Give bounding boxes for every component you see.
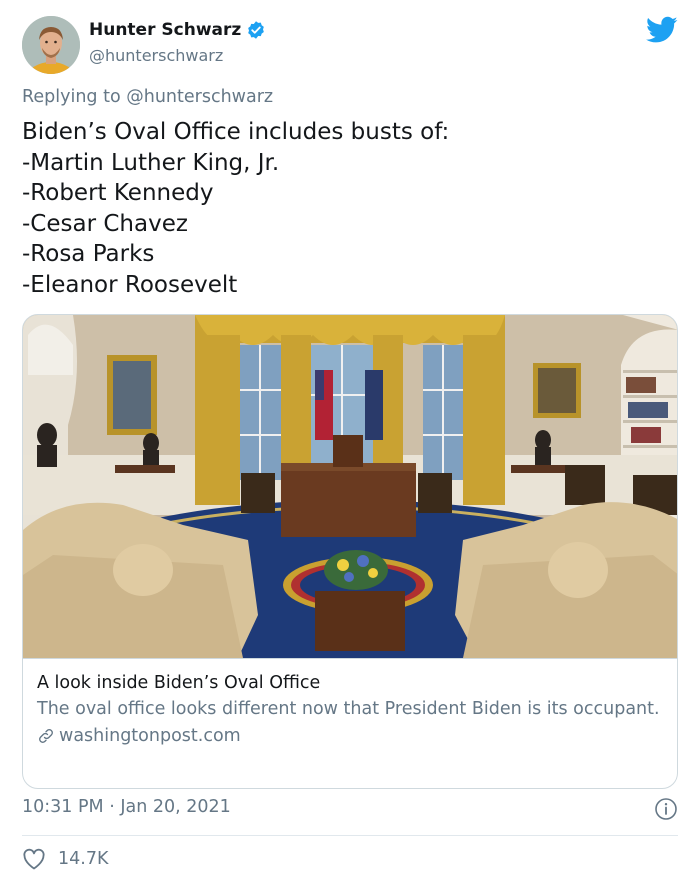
divider — [22, 835, 678, 836]
card-title[interactable]: A look inside Biden’s Oval Office — [37, 672, 665, 694]
avatar[interactable] — [22, 16, 80, 74]
tweet-header: Hunter Schwarz @hunterschwarz — [22, 16, 678, 76]
replying-to: Replying to @hunterschwarz — [22, 87, 273, 107]
like-action[interactable]: 14.7K — [22, 848, 108, 870]
card-body[interactable]: A look inside Biden’s Oval Office The ov… — [23, 658, 677, 788]
card-description: The oval office looks different now that… — [37, 699, 660, 719]
info-icon[interactable] — [654, 797, 678, 821]
tweet-text: Biden’s Oval Office includes busts of: -… — [22, 119, 450, 298]
link-card[interactable]: A look inside Biden’s Oval Office The ov… — [22, 314, 678, 789]
verified-badge-icon — [248, 21, 265, 39]
card-domain-text: washingtonpost.com — [59, 726, 241, 746]
heart-icon[interactable] — [22, 848, 46, 870]
twitter-bird-icon[interactable] — [646, 16, 678, 44]
link-icon — [39, 729, 53, 743]
tweet-timestamp[interactable]: 10:31 PM · Jan 20, 2021 — [22, 797, 231, 817]
author-name[interactable]: Hunter Schwarz — [89, 20, 241, 40]
card-image[interactable] — [23, 315, 678, 658]
replying-prefix: Replying to — [22, 87, 121, 107]
card-domain[interactable]: washingtonpost.com — [37, 726, 665, 746]
replying-handle-link[interactable]: @hunterschwarz — [126, 87, 273, 107]
author-handle[interactable]: @hunterschwarz — [89, 46, 223, 65]
like-count: 14.7K — [58, 849, 109, 869]
